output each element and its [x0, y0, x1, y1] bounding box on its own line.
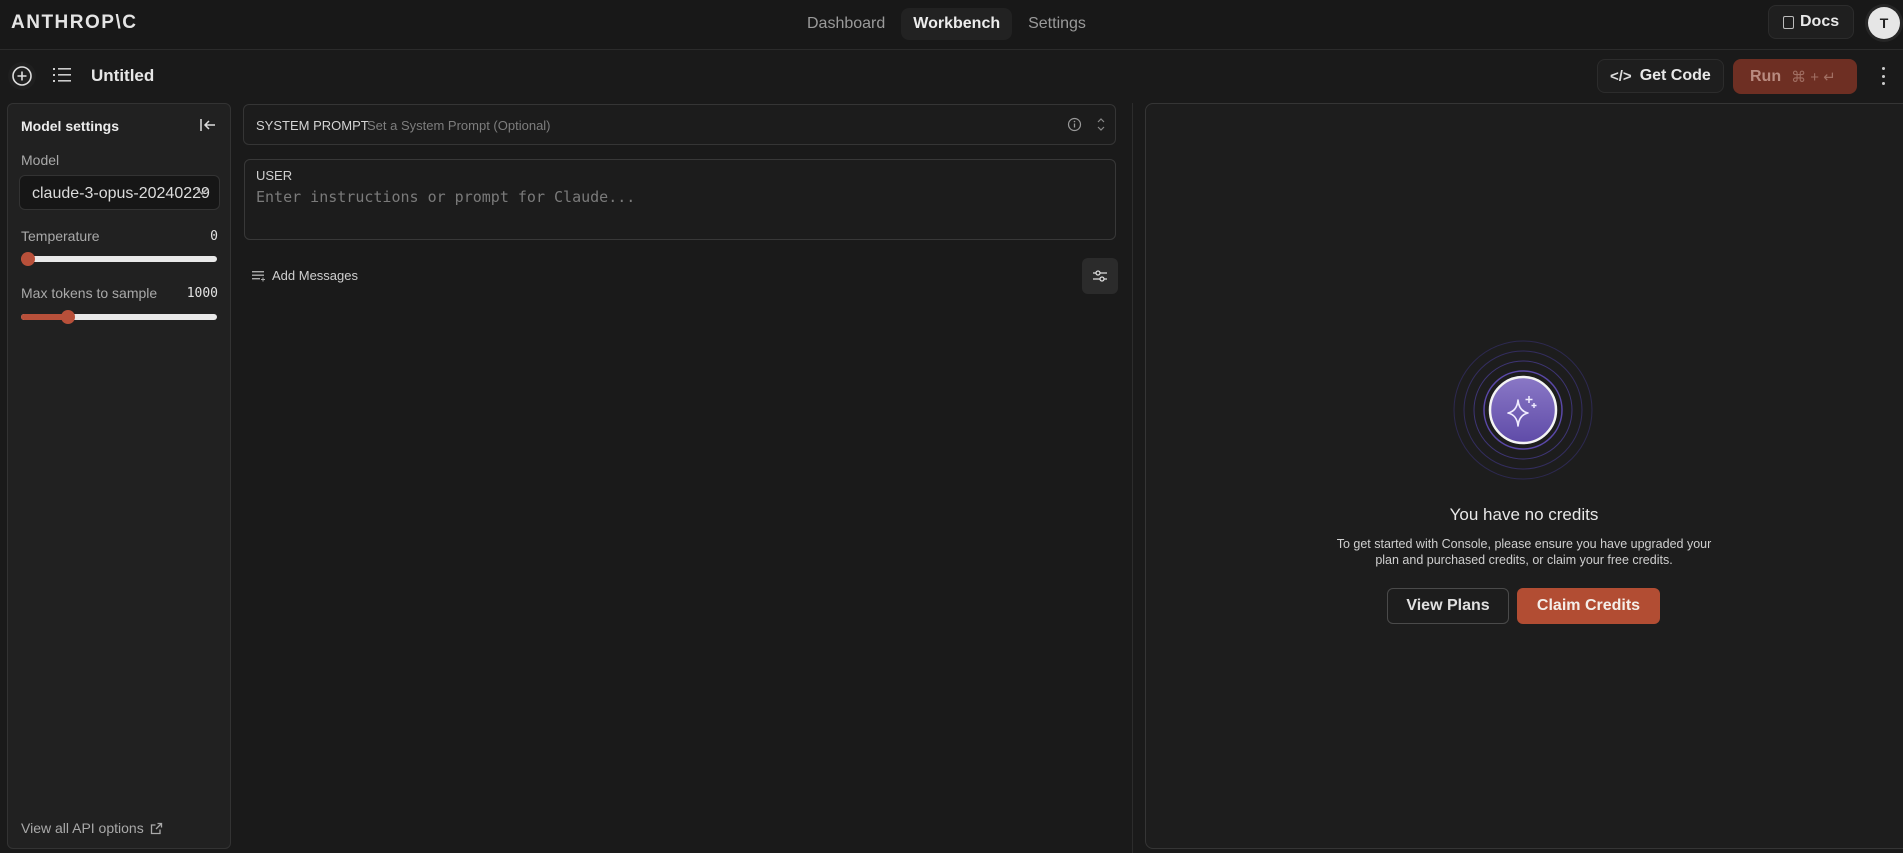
sliders-icon [1093, 270, 1107, 282]
claim-credits-button[interactable]: Claim Credits [1517, 588, 1660, 624]
no-credits-title: You have no credits [1449, 505, 1599, 524]
run-shortcut: ⌘ + ↵ [1791, 68, 1836, 86]
nav-dashboard[interactable]: Dashboard [795, 8, 897, 40]
model-settings-title: Model settings [21, 118, 120, 134]
max-tokens-slider[interactable] [21, 310, 217, 324]
view-plans-button[interactable]: View Plans [1387, 588, 1509, 624]
more-options-button[interactable] [1878, 64, 1888, 88]
system-prompt-field[interactable]: SYSTEM PROMPT Set a System Prompt (Optio… [243, 104, 1116, 145]
nav-settings[interactable]: Settings [1016, 8, 1098, 40]
add-messages-label: Add Messages [272, 268, 358, 283]
user-role-label: USER [256, 168, 293, 183]
code-icon: </> [1610, 67, 1632, 85]
anthropic-logo[interactable]: ANTHROP\C [11, 12, 137, 34]
new-prompt-button[interactable] [8, 62, 36, 90]
run-button[interactable]: Run ⌘ + ↵ [1733, 59, 1857, 94]
system-prompt-placeholder: Set a System Prompt (Optional) [367, 118, 551, 133]
temperature-label: Temperature [21, 228, 100, 244]
docs-button[interactable]: Docs [1768, 5, 1855, 39]
api-link-label: View all API options [21, 820, 144, 836]
kebab-dot-icon [1881, 67, 1885, 70]
user-message-box: USER [244, 159, 1116, 240]
user-message-input[interactable] [256, 188, 1101, 206]
view-api-options-link[interactable]: View all API options [21, 820, 163, 836]
user-avatar[interactable]: T [1868, 7, 1900, 39]
book-icon [1783, 15, 1794, 29]
no-credits-description: To get started with Console, please ensu… [1336, 537, 1712, 567]
chevron-down-icon [196, 188, 208, 196]
prompt-list-button[interactable] [52, 66, 72, 89]
max-tokens-slider-thumb[interactable] [61, 310, 76, 324]
collapse-panel-button[interactable] [199, 117, 217, 138]
model-select[interactable]: claude-3-opus-20240229 [19, 175, 220, 210]
top-navigation-bar: ANTHROP\C Dashboard Workbench Settings D… [0, 0, 1903, 50]
temperature-value: 0 [210, 229, 218, 244]
add-list-icon [252, 270, 265, 281]
expand-collapse-icon[interactable] [1096, 116, 1106, 133]
workbench-toolbar: Untitled </> Get Code Run ⌘ + ↵ [0, 51, 1903, 103]
model-settings-panel: Model settings Model claude-3-opus-20240… [7, 103, 231, 849]
system-prompt-label: SYSTEM PROMPT [256, 118, 369, 133]
run-label: Run [1750, 67, 1782, 85]
panel-divider[interactable] [1132, 103, 1133, 853]
plus-circle-icon [12, 66, 32, 86]
collapse-left-icon [200, 119, 215, 131]
temperature-slider[interactable] [21, 252, 217, 266]
docs-label: Docs [1800, 13, 1840, 30]
kebab-dot-icon [1881, 82, 1885, 85]
external-link-icon [150, 822, 162, 834]
max-tokens-value: 1000 [186, 286, 218, 301]
info-icon[interactable] [1067, 117, 1082, 132]
kebab-dot-icon [1881, 74, 1885, 78]
get-code-label: Get Code [1639, 67, 1711, 84]
nav-workbench[interactable]: Workbench [901, 8, 1013, 40]
get-code-button[interactable]: </> Get Code [1597, 59, 1724, 93]
max-tokens-label: Max tokens to sample [21, 285, 158, 301]
model-label: Model [21, 152, 60, 168]
temperature-slider-thumb[interactable] [21, 252, 35, 266]
add-messages-button[interactable]: Add Messages [252, 268, 358, 283]
main-nav: Dashboard Workbench Settings [795, 8, 1098, 40]
list-icon [53, 68, 71, 82]
prompt-title[interactable]: Untitled [91, 66, 154, 86]
sparkle-credits-icon [1453, 340, 1593, 480]
model-select-value: claude-3-opus-20240229 [32, 185, 210, 202]
prompt-settings-button[interactable] [1082, 258, 1118, 294]
